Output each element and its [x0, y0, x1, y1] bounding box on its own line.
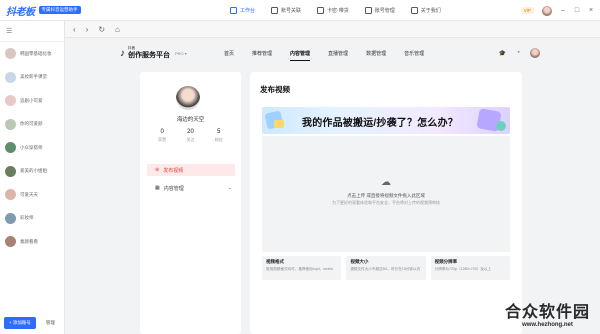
upload-icon: ⊕ — [155, 167, 160, 173]
upload-main-text: 点击上传 或直接将视频文件拖入此区域 — [347, 193, 425, 198]
tip-size: 视频大小 视频文件大小不超过8G，时长在15分钟以内 — [346, 256, 426, 280]
upload-tips: 视频格式 常用视频格式均可，推荐使用mp4、webm 视频大小 视频文件大小不超过8… — [262, 256, 510, 280]
copyright-banner[interactable]: 我的作品被搬运/抄袭了？怎么办？ — [262, 107, 510, 134]
nav-account-manage[interactable]: 账号管理 — [364, 7, 395, 14]
bell-icon[interactable]: ◔ — [516, 50, 520, 56]
account-item[interactable]: 爱美的小姐姐 — [0, 160, 64, 184]
account-actions: + 添加账号 管理 — [0, 312, 65, 334]
account-name: 韩国零基础化妆 — [20, 50, 52, 56]
menu-content-manage[interactable]: ▦ 内容管理 ⌄ — [147, 182, 235, 194]
vip-badge[interactable]: VIP — [520, 7, 534, 14]
publish-title: 发布视频 — [260, 85, 290, 94]
douyin-header-right: 🎓 ◔ — [499, 40, 540, 66]
refresh-icon[interactable]: ↻ — [98, 25, 105, 34]
account-avatar — [5, 189, 16, 201]
account-item[interactable]: 美妆新手课堂 — [0, 66, 64, 90]
profile-name: 海边的天空 — [176, 117, 205, 123]
profile-stats: 0 获赞 20 关注 5 粉丝 — [140, 129, 241, 143]
creator-avatar[interactable] — [530, 48, 540, 58]
upload-dropzone[interactable]: ☁ 点击上传 或直接将视频文件拖入此区域 为了更好的观看体验和平台安全，平台将对… — [262, 136, 510, 252]
forward-icon[interactable]: › — [86, 25, 89, 34]
chevron-down-icon: ⌄ — [227, 185, 232, 191]
nav-about[interactable]: 关于我们 — [410, 7, 441, 14]
account-name: 追剧小可爱 — [20, 97, 43, 103]
account-avatar — [5, 212, 16, 224]
home-icon[interactable]: ⌂ — [115, 25, 120, 34]
top-nav: 工作台 账号关联 卡密·带货 账号管理 关于我们 — [230, 0, 441, 21]
banner-text: 我的作品被搬运/抄袭了？怎么办？ — [302, 118, 458, 129]
account-avatar — [5, 165, 16, 177]
publish-panel: 发布视频 我的作品被搬运/抄袭了？怎么办？ ☁ 点击上传 或直接将视频文件拖入此… — [250, 72, 522, 334]
account-name: 你的可爱颜 — [20, 121, 43, 127]
nav-account-link[interactable]: 账号关联 — [271, 7, 301, 14]
tab-home[interactable]: 首页 — [224, 50, 234, 57]
top-bar: 抖老板 专属抖音运营助手 工作台 账号关联 卡密·带货 账号管理 关于我们 VI… — [0, 0, 600, 21]
account-avatar — [5, 236, 16, 248]
manage-button[interactable]: 管理 — [46, 320, 55, 326]
cloud-upload-icon: ☁ — [381, 177, 391, 188]
account-name: 可爱天天 — [20, 191, 38, 197]
user-icon — [364, 7, 372, 14]
nav-workbench[interactable]: 工作台 — [230, 7, 255, 14]
tip-format: 视频格式 常用视频格式均可，推荐使用mp4、webm — [262, 256, 342, 280]
nav-card-sales[interactable]: 卡密·带货 — [317, 7, 349, 14]
close-icon[interactable]: × — [588, 7, 594, 14]
account-item[interactable]: 你的可爱颜 — [0, 113, 64, 137]
menu-icon[interactable]: ☰ — [6, 27, 12, 35]
account-avatar — [5, 71, 16, 83]
account-item[interactable]: 追剧小可爱 — [0, 89, 64, 113]
grid-icon: ▦ — [155, 185, 160, 191]
account-name: 爱美的小姐姐 — [20, 168, 47, 174]
account-list: ☰ 韩国零基础化妆 美妆新手课堂 追剧小可爱你的可爱颜小众穿搭师爱美的小姐姐 可爱天天… — [0, 21, 65, 334]
minimize-icon[interactable]: – — [560, 7, 566, 14]
account-avatar — [5, 48, 16, 60]
menu-publish-video[interactable]: ⊕ 发布视频 — [147, 164, 235, 176]
upload-sub-text: 为了更好的观看体验和平台安全，平台将对上传的视频预审核 — [332, 200, 440, 205]
user-avatar[interactable] — [542, 5, 552, 16]
tab-music[interactable]: 音乐管理 — [404, 50, 424, 57]
profile-card: 海边的天空 0 获赞 20 关注 5 粉丝 ⊕ 发布视频 ▦ 内容管理 ⌄ — [140, 72, 241, 334]
stat-followers: 5 粉丝 — [214, 129, 223, 142]
douyin-nav: 首页 推荐管理 内容管理 直播管理 数据管理 音乐管理 — [224, 40, 424, 66]
account-item[interactable]: 素颜看看 — [0, 230, 64, 254]
douyin-header: ♪ 抖音 创作服务平台 PRO ▾ 首页 推荐管理 内容管理 直播管理 数据管理… — [120, 40, 540, 66]
logo-badge: 专属抖音运营助手 — [38, 6, 81, 14]
account-avatar — [5, 118, 16, 130]
link-icon — [271, 7, 279, 14]
graduation-icon[interactable]: 🎓 — [499, 50, 506, 57]
stat-following: 20 关注 — [186, 129, 195, 142]
account-name: 小众穿搭师 — [20, 144, 43, 150]
account-name: 彩妆师 — [20, 215, 34, 221]
back-icon[interactable]: ‹ — [73, 25, 76, 34]
account-item[interactable]: 韩国零基础化妆 — [0, 42, 64, 66]
account-avatar — [5, 95, 16, 107]
top-right: VIP – □ × — [520, 0, 600, 21]
account-name: 美妆新手课堂 — [20, 74, 47, 80]
profile-avatar — [176, 86, 200, 110]
browser-toolbar: ‹ › ↻ ⌂ — [65, 21, 600, 38]
info-icon — [410, 7, 418, 14]
douyin-note-icon: ♪ — [120, 47, 125, 59]
tab-live[interactable]: 直播管理 — [328, 50, 348, 57]
card-icon — [317, 7, 325, 14]
account-item[interactable]: 彩妆师 — [0, 207, 64, 231]
account-name: 素颜看看 — [20, 238, 38, 244]
app-logo: 抖老板 — [6, 6, 35, 18]
maximize-icon[interactable]: □ — [574, 7, 580, 14]
stat-likes: 0 获赞 — [158, 129, 167, 142]
account-item[interactable]: 可爱天天 — [0, 183, 64, 207]
workbench-icon — [230, 7, 237, 14]
tab-data[interactable]: 数据管理 — [366, 50, 386, 57]
add-account-button[interactable]: + 添加账号 — [4, 317, 36, 329]
account-avatar — [5, 142, 16, 154]
tab-content[interactable]: 内容管理 — [290, 50, 311, 61]
douyin-logo[interactable]: ♪ 抖音 创作服务平台 PRO ▾ — [120, 46, 187, 60]
list-header: ☰ — [0, 21, 64, 42]
account-item[interactable]: 小众穿搭师 — [0, 136, 64, 160]
tip-resolution: 视频分辨率 分辨率为720p（1280×720）及以上 — [430, 256, 510, 280]
tab-recommend[interactable]: 推荐管理 — [252, 50, 272, 57]
watermark: 合众软件园 www.hezhong.net — [504, 304, 590, 328]
